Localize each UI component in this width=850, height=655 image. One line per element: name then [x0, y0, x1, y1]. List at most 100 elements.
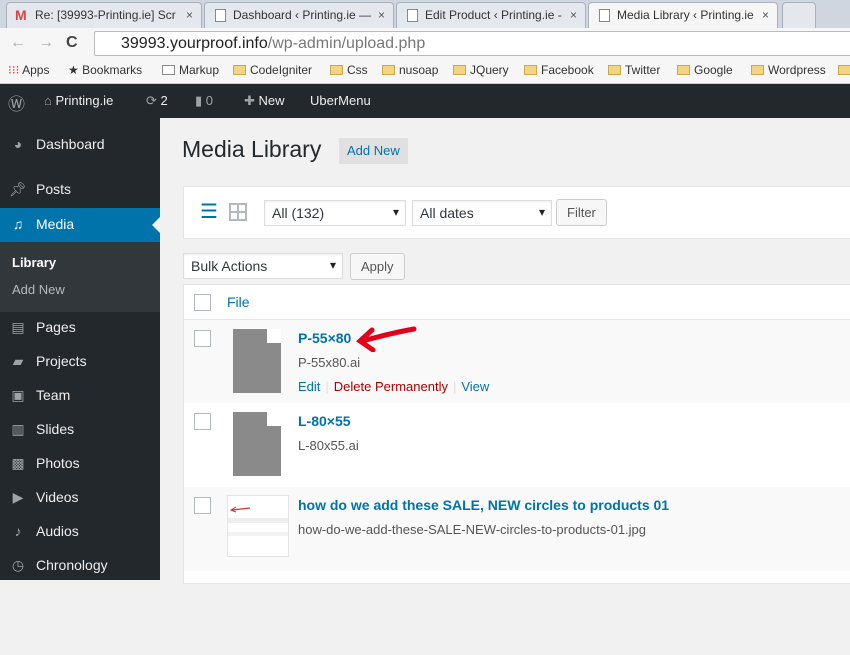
- sidebar-item-photos[interactable]: ▩ Photos: [0, 447, 160, 481]
- close-icon[interactable]: ×: [762, 8, 769, 22]
- pin-icon: 📌︎: [9, 181, 27, 197]
- clock-icon: ◷: [11, 557, 25, 573]
- divider: |: [325, 379, 329, 394]
- select-all-checkbox[interactable]: [194, 294, 211, 311]
- bookmark-jquery[interactable]: JQuery: [453, 63, 509, 77]
- bookmark-google[interactable]: Google: [677, 63, 733, 77]
- page-title: Media Library: [182, 136, 322, 162]
- projects-icon: ▰: [12, 353, 24, 369]
- admin-sidebar: ◕ Dashboard 📌︎ Posts ♫ Media Library Add Ne…: [0, 118, 160, 580]
- table-row: [184, 571, 850, 655]
- sidebar-item-pages[interactable]: ▤ Pages: [0, 311, 160, 345]
- audios-icon: ♪: [14, 523, 22, 539]
- table-row: P-55×80 P-55x80.ai Edit | Delete Permanent…: [184, 319, 850, 403]
- folder-icon: [330, 65, 343, 75]
- row-checkbox[interactable]: [194, 330, 211, 347]
- tab-media-library[interactable]: Media Library ‹ Printing.ie ×: [588, 2, 778, 28]
- list-view-icon[interactable]: ☰: [200, 202, 218, 222]
- row-checkbox[interactable]: [194, 497, 211, 514]
- add-new-button[interactable]: Add New: [339, 138, 408, 164]
- back-icon[interactable]: ←: [10, 34, 26, 52]
- media-filter-toolbar: ☰ All (132) All dates Filter: [183, 186, 850, 239]
- apply-button[interactable]: Apply: [350, 253, 405, 280]
- media-submenu: Library Add New: [0, 242, 160, 312]
- new-content-link[interactable]: ✚ New: [244, 93, 285, 109]
- team-icon: ▣: [11, 387, 25, 403]
- bookmark-bookmarks[interactable]: ★ Bookmarks: [68, 63, 142, 77]
- url-input[interactable]: 39993.yourproof.info/wp-admin/upload.php: [94, 31, 850, 56]
- sidebar-item-media[interactable]: ♫ Media: [0, 208, 160, 242]
- folder-icon: [751, 65, 764, 75]
- home-icon: ⌂: [44, 93, 52, 108]
- sidebar-item-projects[interactable]: ▰ Projects: [0, 345, 160, 379]
- page-icon: [599, 9, 610, 22]
- tab-dashboard[interactable]: Dashboard ‹ Printing.ie — ×: [204, 2, 394, 28]
- folder-icon: [382, 65, 395, 75]
- edit-link[interactable]: Edit: [298, 379, 320, 394]
- media-title-link[interactable]: P-55×80: [298, 330, 351, 346]
- bookmark-apps[interactable]: ⁝⁝⁝ Apps: [8, 63, 49, 77]
- sidebar-item-videos[interactable]: ▶ Videos: [0, 481, 160, 515]
- ubermenu-link[interactable]: UberMenu: [310, 93, 371, 108]
- media-type-select[interactable]: All (132): [264, 200, 406, 226]
- photos-icon: ▩: [11, 455, 25, 471]
- tab-edit-product[interactable]: Edit Product ‹ Printing.ie - ×: [396, 2, 586, 28]
- page-icon: [215, 9, 226, 22]
- bulk-actions-select[interactable]: Bulk Actions: [183, 253, 343, 279]
- submenu-add-new[interactable]: Add New: [12, 282, 65, 297]
- close-icon[interactable]: ×: [378, 8, 385, 22]
- star-icon: ★: [68, 63, 79, 77]
- forward-icon[interactable]: →: [38, 34, 54, 52]
- pages-icon: ▤: [11, 319, 25, 335]
- table-row: how do we add these SALE, NEW circles to…: [184, 487, 850, 571]
- view-link[interactable]: View: [461, 379, 489, 394]
- close-icon[interactable]: ×: [570, 8, 577, 22]
- apps-icon: ⁝⁝⁝: [8, 63, 20, 77]
- file-icon[interactable]: [233, 412, 281, 476]
- site-link[interactable]: ⌂ Printing.ie: [44, 93, 113, 108]
- sidebar-item-audios[interactable]: ♪ Audios: [0, 515, 160, 549]
- bookmark-wordpress[interactable]: Wordpress: [751, 63, 826, 77]
- bookmark-markup[interactable]: Markup: [162, 63, 219, 77]
- sidebar-item-slides[interactable]: ▥ Slides: [0, 413, 160, 447]
- media-icon: ♫: [12, 216, 24, 232]
- column-header-file[interactable]: File: [227, 294, 250, 310]
- browser-tab-strip: M Re: [39993-Printing.ie] Scr × Dashboard …: [0, 0, 850, 28]
- row-checkbox[interactable]: [194, 413, 211, 430]
- gmail-icon: M: [15, 7, 27, 23]
- bookmark-css[interactable]: Css: [330, 63, 368, 77]
- bookmark-more[interactable]: [838, 63, 850, 77]
- media-title-link[interactable]: how do we add these SALE, NEW circles to…: [298, 497, 669, 513]
- sidebar-item-team[interactable]: ▣ Team: [0, 379, 160, 413]
- media-title-link[interactable]: L-80×55: [298, 413, 351, 429]
- close-icon[interactable]: ×: [186, 8, 193, 22]
- updates-link[interactable]: ⟳ 2: [146, 93, 168, 109]
- bookmark-codeigniter[interactable]: CodeIgniter: [233, 63, 312, 77]
- bookmarks-bar: ⁝⁝⁝ Apps ★ Bookmarks Markup CodeIgniter …: [0, 58, 850, 84]
- image-thumbnail[interactable]: [227, 495, 289, 557]
- date-select[interactable]: All dates: [412, 200, 552, 226]
- file-icon[interactable]: [233, 329, 281, 393]
- page-icon: [407, 9, 418, 22]
- bookmark-nusoap[interactable]: nusoap: [382, 63, 438, 77]
- filter-button[interactable]: Filter: [556, 199, 607, 226]
- sidebar-item-chronology[interactable]: ◷ Chronology: [0, 549, 160, 583]
- divider: |: [452, 379, 457, 394]
- wp-admin-bar: Ⓦ ⌂ Printing.ie ⟳ 2 ▮ 0 ✚ New UberMenu: [0, 84, 850, 118]
- bookmark-facebook[interactable]: Facebook: [524, 63, 594, 77]
- slides-icon: ▥: [11, 421, 25, 437]
- reload-icon[interactable]: C: [66, 34, 78, 52]
- media-table: File P-55×80 P-55x80.ai Edit | Delete Perm…: [183, 284, 850, 584]
- submenu-library[interactable]: Library: [12, 255, 56, 270]
- grid-view-icon[interactable]: [229, 203, 247, 221]
- delete-permanently-link[interactable]: Delete Permanently: [334, 379, 448, 394]
- comments-link[interactable]: ▮ 0: [195, 93, 213, 109]
- folder-icon: [453, 65, 466, 75]
- new-tab-button[interactable]: [782, 2, 816, 28]
- tab-gmail[interactable]: M Re: [39993-Printing.ie] Scr ×: [6, 2, 202, 28]
- sidebar-item-dashboard[interactable]: ◕ Dashboard: [0, 128, 160, 162]
- wordpress-logo-icon[interactable]: Ⓦ: [8, 90, 25, 115]
- videos-icon: ▶: [12, 489, 24, 505]
- bookmark-twitter[interactable]: Twitter: [608, 63, 660, 77]
- sidebar-item-posts[interactable]: 📌︎ Posts: [0, 173, 160, 207]
